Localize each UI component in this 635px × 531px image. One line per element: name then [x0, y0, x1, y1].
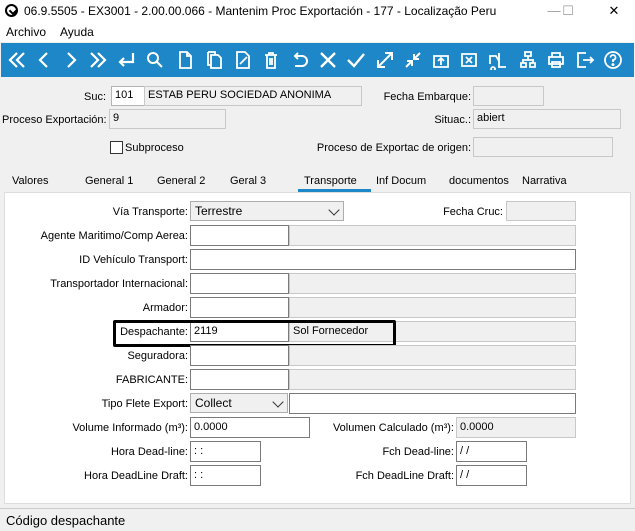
subproceso-label: Subproceso: [125, 142, 184, 154]
first-icon[interactable]: [3, 43, 30, 77]
fabricante-name-field: [289, 369, 576, 390]
suc-code-field[interactable]: 101: [111, 86, 145, 106]
structure-icon[interactable]: [514, 43, 541, 77]
tab-general-1[interactable]: General 1: [85, 175, 133, 187]
expand-icon[interactable]: [371, 43, 398, 77]
app-icon: [5, 4, 18, 17]
via-transporte-select[interactable]: Terrestre: [190, 201, 344, 221]
cancel-icon[interactable]: [314, 43, 341, 77]
transportador-name-field: [289, 273, 576, 294]
edit-icon[interactable]: [229, 43, 256, 77]
exit-icon[interactable]: [571, 43, 598, 77]
menu-archivo[interactable]: Archivo: [6, 25, 46, 39]
via-transporte-label: Vía Transporte:: [112, 206, 188, 218]
maximize-button[interactable]: ☐: [552, 0, 584, 22]
close-box-icon[interactable]: [455, 43, 482, 77]
proceso-exportacion-field: 9: [109, 109, 226, 129]
next-icon[interactable]: [57, 43, 84, 77]
suc-label: Suc:: [83, 91, 106, 103]
upload-icon[interactable]: [427, 43, 454, 77]
status-bar: Código despachante: [0, 508, 635, 531]
volumen-informado-label: Volume Informado (m³):: [72, 422, 188, 434]
agente-field[interactable]: [190, 225, 289, 246]
tab-inf-docum[interactable]: Inf Docum: [376, 175, 426, 187]
help-icon[interactable]: [599, 43, 626, 77]
fecha-cruc-field: [506, 201, 576, 221]
print-icon[interactable]: [542, 43, 569, 77]
forklift-icon[interactable]: [484, 43, 511, 77]
tipo-flete-select[interactable]: Collect: [190, 393, 288, 413]
tab-general-2[interactable]: General 2: [157, 175, 205, 187]
fch-deadline-label: Fch Dead-line:: [382, 446, 454, 458]
fabricante-field[interactable]: [190, 369, 289, 390]
chevron-down-icon: [328, 204, 340, 216]
transportador-label: Transportador Internacional:: [50, 278, 188, 290]
volumen-informado-field[interactable]: 0.0000: [190, 417, 310, 438]
seguradora-label: Seguradora:: [127, 350, 188, 362]
tab-narrativa[interactable]: Narrativa: [522, 175, 567, 187]
fch-deadline-field[interactable]: / /: [456, 441, 527, 462]
seguradora-field[interactable]: [190, 345, 289, 366]
tab-valores[interactable]: Valores: [12, 175, 48, 187]
agente-label: Agente Maritimo/Comp Aerea:: [40, 230, 188, 242]
status-text: Código despachante: [6, 513, 126, 528]
tipo-flete-value: Collect: [195, 396, 232, 410]
proceso-exportacion-label: Proceso Exportación:: [2, 114, 107, 126]
proceso-origen-field: [473, 137, 613, 157]
fecha-cruc-label: Fecha Cruc:: [443, 206, 503, 218]
title-bar: 06.9.5505 - EX3001 - 2.00.00.066 - Mante…: [0, 0, 635, 22]
situac-label: Situac.:: [434, 114, 471, 126]
volumen-calculado-field: 0.0000: [456, 417, 576, 438]
hora-deadline-field[interactable]: : :: [190, 441, 261, 462]
delete-icon[interactable]: [257, 43, 284, 77]
armador-label: Armador:: [142, 302, 188, 314]
fch-deadline-draft-field[interactable]: / /: [456, 465, 527, 486]
copy-icon[interactable]: [200, 43, 227, 77]
seguradora-name-field: [289, 345, 576, 366]
last-icon[interactable]: [84, 43, 111, 77]
proceso-origen-label: Proceso de Exportac de origen:: [316, 142, 471, 154]
fabricante-label: FABRICANTE:: [115, 374, 188, 386]
fecha-embarque-label: Fecha Embarque:: [383, 91, 471, 103]
tab-documentos[interactable]: documentos: [449, 175, 509, 187]
agente-name-field: [289, 225, 576, 246]
new-icon[interactable]: [171, 43, 198, 77]
tab-geral-3[interactable]: Geral 3: [230, 175, 266, 187]
id-vehiculo-field[interactable]: [190, 249, 576, 270]
despachante-highlight: [113, 320, 396, 347]
prev-icon[interactable]: [30, 43, 57, 77]
undo-icon[interactable]: [286, 43, 313, 77]
close-button[interactable]: ✕: [598, 0, 630, 22]
toolbar: [1, 43, 634, 77]
subproceso-checkbox[interactable]: [110, 141, 123, 154]
shrink-icon[interactable]: [399, 43, 426, 77]
fch-deadline-draft-label: Fch DeadLine Draft:: [355, 470, 454, 482]
situac-field: abiert: [473, 109, 621, 129]
hora-deadline-draft-label: Hora DeadLine Draft:: [84, 470, 188, 482]
menu-bar: Archivo Ayuda: [0, 22, 635, 42]
hora-deadline-label: Hora Dead-line:: [110, 446, 188, 458]
armador-field[interactable]: [190, 297, 289, 318]
enter-icon[interactable]: [112, 43, 139, 77]
suc-name-field: ESTAB PERU SOCIEDAD ANONIMA: [144, 86, 362, 106]
search-icon[interactable]: [141, 43, 168, 77]
tipo-flete-extra-field[interactable]: [289, 393, 576, 414]
transportador-field[interactable]: [190, 273, 289, 294]
menu-ayuda[interactable]: Ayuda: [60, 25, 94, 39]
volumen-calculado-label: Volumen Calculado (m³):: [332, 422, 454, 434]
tipo-flete-label: Tipo Flete Export:: [101, 398, 188, 410]
via-transporte-value: Terrestre: [195, 204, 243, 218]
id-vehiculo-label: ID Vehículo Transport:: [79, 254, 188, 266]
window-title: 06.9.5505 - EX3001 - 2.00.00.066 - Mante…: [24, 4, 497, 18]
tab-transporte[interactable]: Transporte: [304, 175, 357, 187]
fecha-embarque-field: [473, 86, 544, 106]
confirm-icon[interactable]: [342, 43, 369, 77]
hora-deadline-draft-field[interactable]: : :: [190, 465, 261, 486]
chevron-down-icon: [272, 396, 284, 408]
armador-name-field: [289, 297, 576, 318]
